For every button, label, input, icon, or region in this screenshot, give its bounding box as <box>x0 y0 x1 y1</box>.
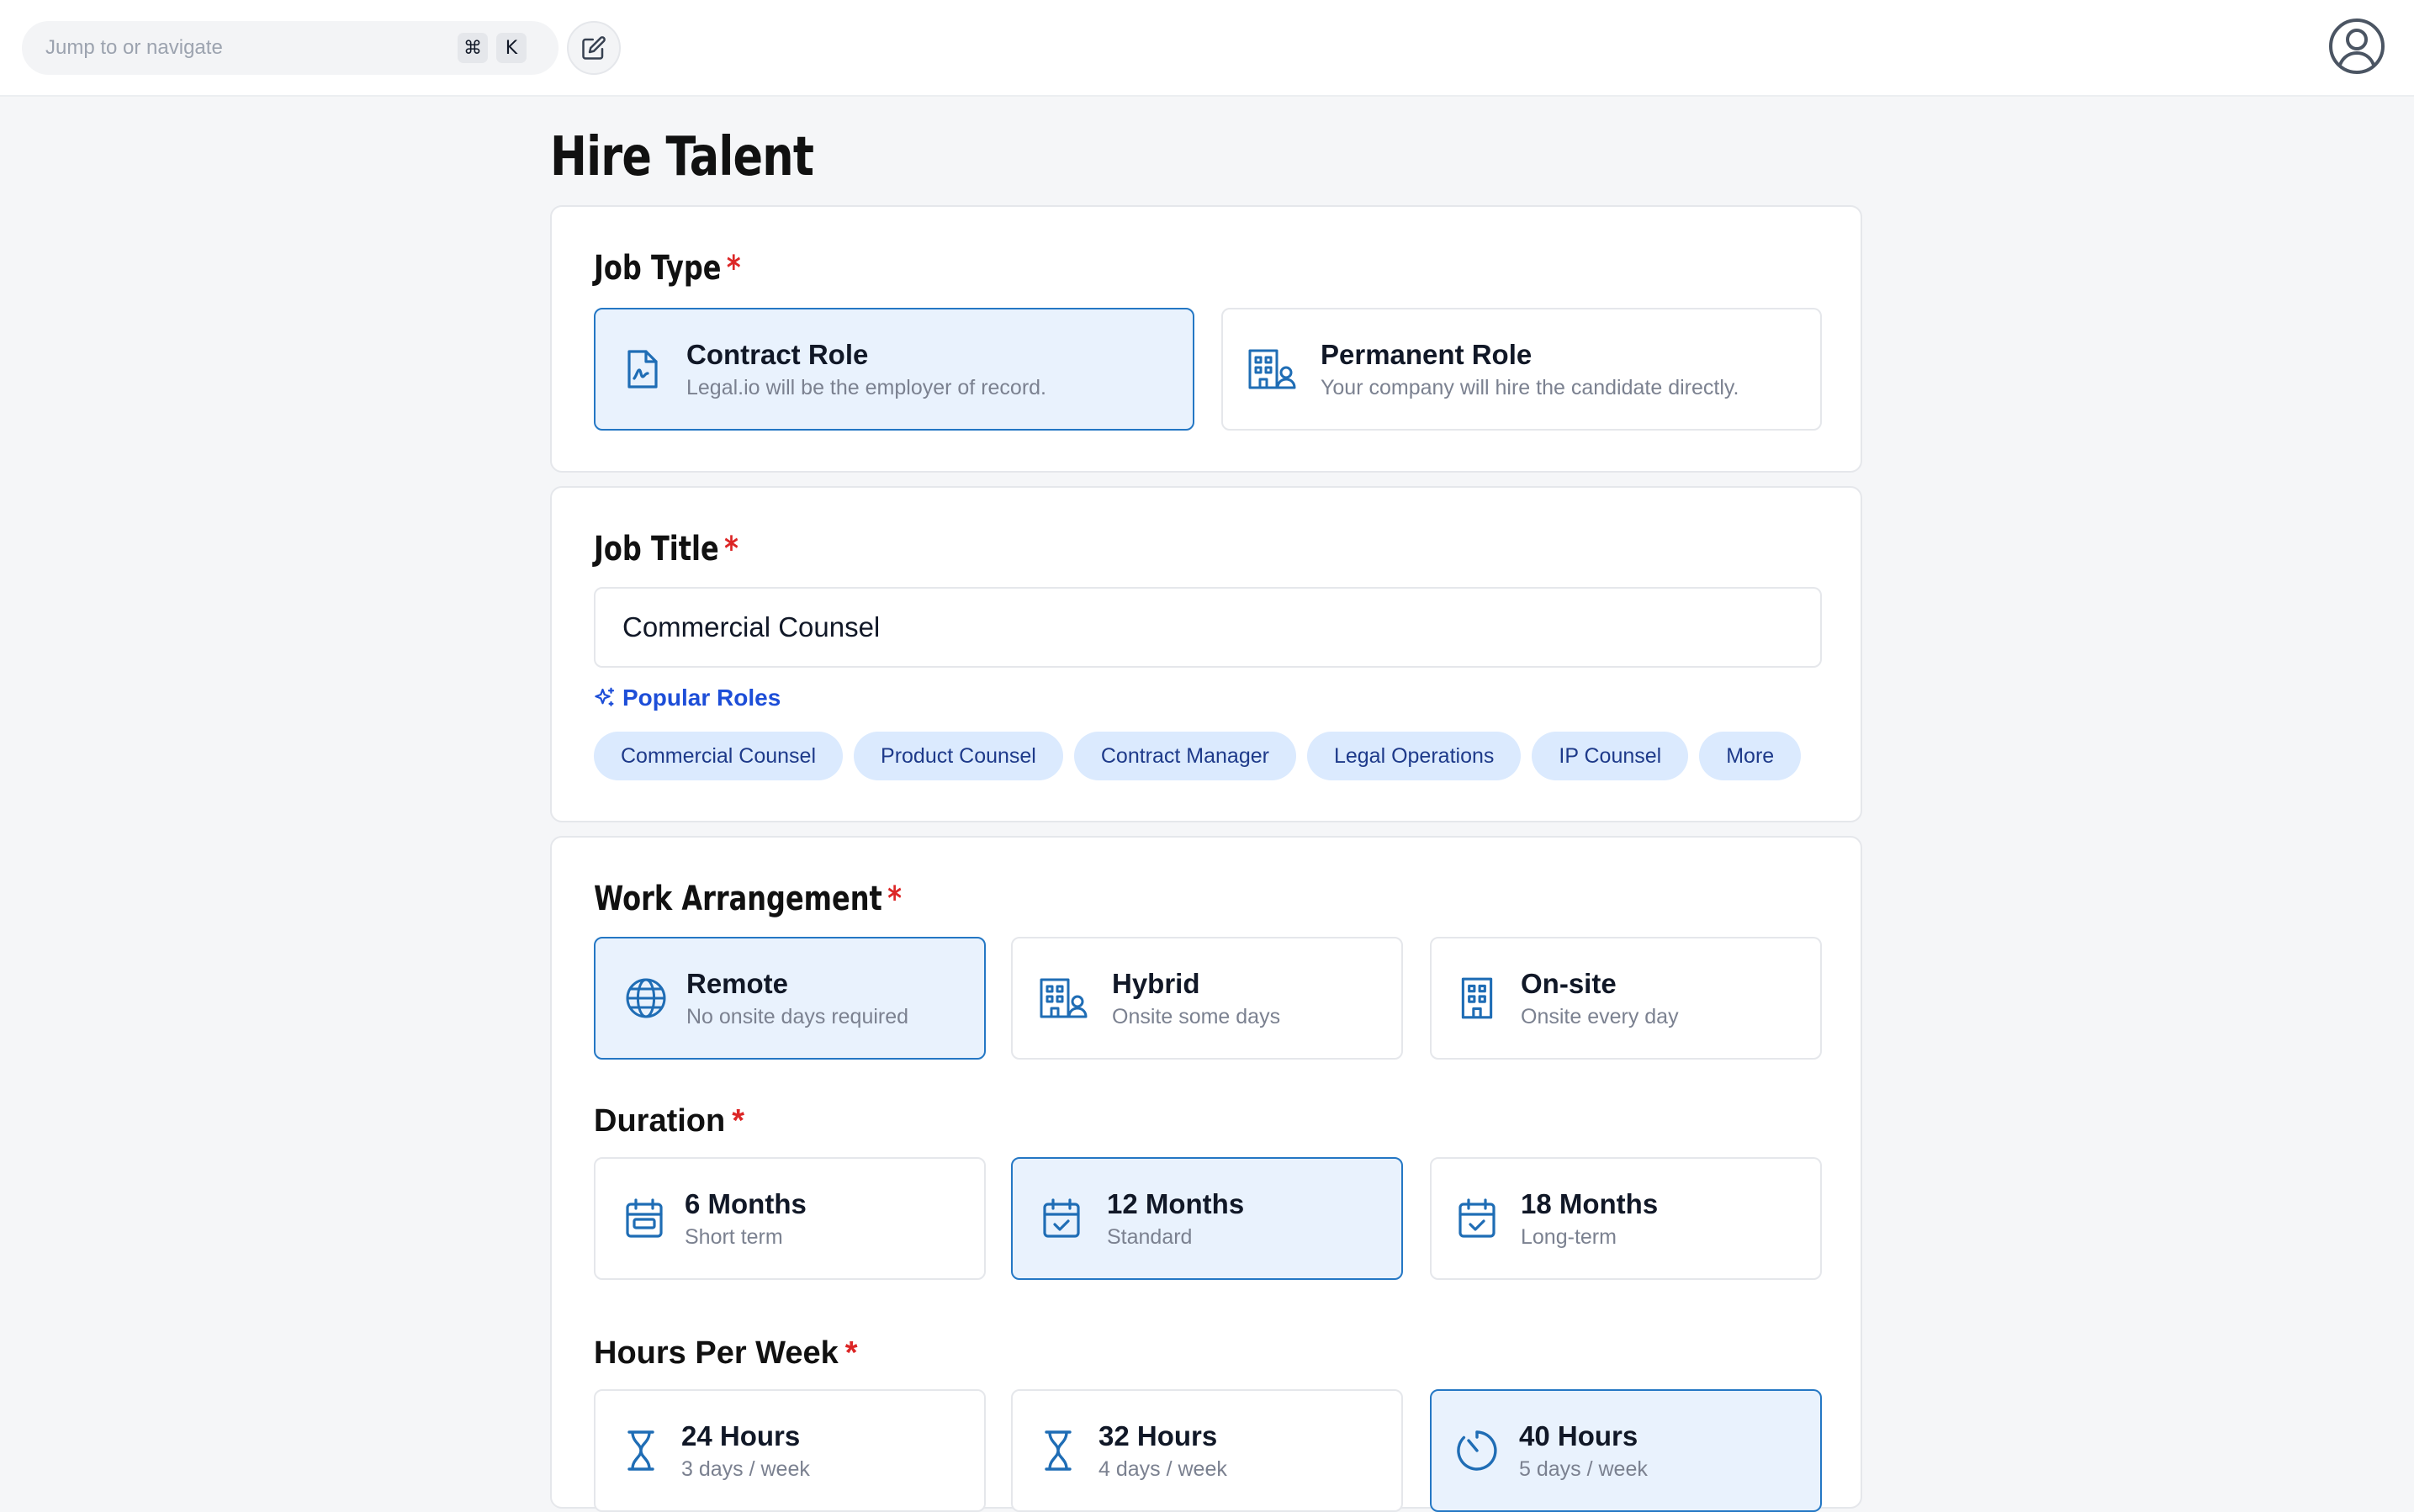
option-title: 6 Months <box>685 1187 807 1219</box>
option-subtitle: Onsite some days <box>1112 1004 1281 1028</box>
required-mark: * <box>724 530 738 568</box>
required-mark: * <box>844 1335 858 1371</box>
calendar-check-icon <box>1452 1193 1502 1244</box>
role-chip-product-counsel[interactable]: Product Counsel <box>854 732 1063 780</box>
option-subtitle: 3 days / week <box>681 1456 810 1481</box>
option-title: 32 Hours <box>1098 1419 1218 1451</box>
option-title: Remote <box>686 967 789 999</box>
popular-roles-label: Popular Roles <box>622 685 781 711</box>
popular-roles-chips: Commercial Counsel Product Counsel Contr… <box>594 732 1812 780</box>
top-bar: Jump to or navigate ⌘ K <box>0 0 2414 97</box>
hours-option-24[interactable]: 24 Hours 3 days / week <box>594 1389 986 1512</box>
job-title-card: Job Title * Commercial Counsel Popular Ro… <box>550 486 1862 822</box>
building-person-icon <box>1038 973 1088 1023</box>
search-placeholder: Jump to or navigate <box>45 36 223 59</box>
option-subtitle: Short term <box>685 1224 783 1249</box>
edit-icon <box>582 36 606 60</box>
calendar-check-icon <box>1036 1193 1087 1244</box>
popular-roles-heading: Popular Roles <box>592 685 781 711</box>
job-title-input[interactable]: Commercial Counsel <box>594 587 1822 668</box>
role-chip-more[interactable]: More <box>1699 732 1802 780</box>
option-subtitle: Legal.io will be the employer of record. <box>686 375 1047 399</box>
option-subtitle: Your company will hire the candidate dir… <box>1321 375 1739 399</box>
job-type-card: Job Type * Contract Role Legal.io will be… <box>550 205 1862 473</box>
option-title: 12 Months <box>1107 1187 1245 1219</box>
option-subtitle: 5 days / week <box>1519 1456 1648 1481</box>
user-avatar-button[interactable] <box>2328 18 2385 75</box>
calendar-icon <box>619 1193 670 1244</box>
globe-icon <box>621 973 671 1023</box>
duration-option-6-months[interactable]: 6 Months Short term <box>594 1157 986 1280</box>
building-person-icon <box>1247 344 1297 394</box>
option-title: 40 Hours <box>1519 1419 1638 1451</box>
job-title-label: Job Title * <box>594 530 738 568</box>
compose-button[interactable] <box>567 21 621 75</box>
option-title: Contract Role <box>686 338 869 370</box>
job-type-label: Job Type * <box>594 249 741 288</box>
required-mark: * <box>887 880 902 918</box>
work-option-onsite[interactable]: On-site Onsite every day <box>1430 937 1822 1060</box>
required-mark: * <box>726 249 741 288</box>
option-subtitle: Onsite every day <box>1521 1004 1679 1028</box>
option-title: Permanent Role <box>1321 338 1533 370</box>
option-subtitle: Standard <box>1107 1224 1193 1249</box>
timer-icon <box>1452 1425 1502 1476</box>
shortcut-mod-key: ⌘ <box>458 33 488 63</box>
work-option-hybrid[interactable]: Hybrid Onsite some days <box>1011 937 1403 1060</box>
page-title: Hire Talent <box>550 126 814 188</box>
option-subtitle: No onsite days required <box>686 1004 909 1028</box>
option-subtitle: 4 days / week <box>1098 1456 1227 1481</box>
sparkle-icon <box>592 685 617 711</box>
search-input[interactable]: Jump to or navigate ⌘ K <box>22 21 559 75</box>
work-option-remote[interactable]: Remote No onsite days required <box>594 937 986 1060</box>
duration-label: Duration * <box>594 1103 745 1139</box>
job-type-option-permanent[interactable]: Permanent Role Your company will hire th… <box>1221 308 1822 431</box>
shortcut-key: K <box>496 33 527 63</box>
hours-per-week-label: Hours Per Week * <box>594 1335 858 1371</box>
hours-option-40[interactable]: 40 Hours 5 days / week <box>1430 1389 1822 1512</box>
work-details-card: Work Arrangement * Remote No onsite days … <box>550 836 1862 1512</box>
option-subtitle: Long-term <box>1521 1224 1617 1249</box>
option-title: 18 Months <box>1521 1187 1659 1219</box>
role-chip-commercial-counsel[interactable]: Commercial Counsel <box>594 732 844 780</box>
role-chip-contract-manager[interactable]: Contract Manager <box>1073 732 1296 780</box>
work-arrangement-label: Work Arrangement * <box>594 880 902 918</box>
hourglass-icon <box>1033 1425 1083 1476</box>
option-title: Hybrid <box>1112 967 1200 999</box>
user-circle-icon <box>2329 19 2385 74</box>
role-chip-ip-counsel[interactable]: IP Counsel <box>1532 732 1689 780</box>
building-icon <box>1452 973 1502 1023</box>
hours-option-32[interactable]: 32 Hours 4 days / week <box>1011 1389 1403 1512</box>
role-chip-legal-operations[interactable]: Legal Operations <box>1306 732 1522 780</box>
duration-option-18-months[interactable]: 18 Months Long-term <box>1430 1157 1822 1280</box>
hourglass-icon <box>616 1425 666 1476</box>
option-title: 24 Hours <box>681 1419 801 1451</box>
contract-icon <box>617 344 668 394</box>
option-title: On-site <box>1521 967 1617 999</box>
duration-option-12-months[interactable]: 12 Months Standard <box>1011 1157 1403 1280</box>
job-type-option-contract[interactable]: Contract Role Legal.io will be the emplo… <box>594 308 1194 431</box>
required-mark: * <box>732 1103 745 1139</box>
